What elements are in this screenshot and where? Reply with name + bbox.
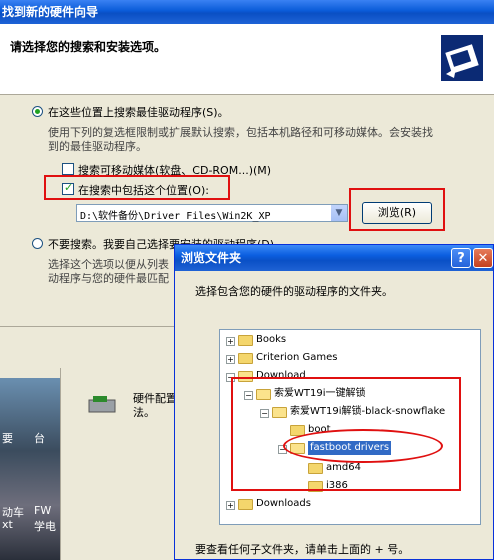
location-path-value: D:\软件备份\Driver Files\Win2K_XP	[80, 211, 271, 222]
search-option-radio[interactable]	[32, 106, 43, 117]
wizard-title: 找到新的硬件向导	[2, 5, 99, 19]
tree-item-criterion-games[interactable]: Criterion Games	[256, 351, 337, 365]
tree-item-books[interactable]: Books	[256, 333, 286, 347]
location-path-combobox[interactable]: D:\软件备份\Driver Files\Win2K_XP ▼	[76, 204, 348, 222]
annotation-oval-fastboot	[283, 429, 443, 463]
removable-media-checkbox[interactable]	[62, 163, 74, 175]
browse-folder-dialog: 浏览文件夹 ? ✕ 选择包含您的硬件的驱动程序的文件夹。 + Books + C…	[174, 244, 494, 560]
wizard-header	[0, 24, 494, 95]
browse-footer-hint: 要查看任何子文件夹，请单击上面的 + 号。	[195, 543, 410, 556]
folder-icon	[238, 353, 253, 364]
no-search-option-radio[interactable]	[32, 238, 43, 249]
expand-icon[interactable]: +	[226, 337, 235, 346]
background-label-2: 法。	[133, 406, 155, 419]
folder-icon	[238, 499, 253, 510]
expand-icon[interactable]: +	[226, 355, 235, 364]
browse-dialog-title: 浏览文件夹	[181, 251, 242, 265]
hardware-wizard-icon	[441, 35, 483, 81]
expand-icon[interactable]: +	[226, 501, 235, 510]
desktop-label: xt	[2, 518, 13, 531]
search-option-label: 在这些位置上搜索最佳驱动程序(S)。	[48, 106, 229, 119]
background-window-fragment: 硬件配置 法。	[60, 368, 177, 560]
browse-instruction: 选择包含您的硬件的驱动程序的文件夹。	[195, 285, 393, 298]
search-option-desc-2: 到的最佳驱动程序。	[48, 140, 147, 153]
desktop-label: 台	[34, 432, 45, 445]
tree-item-downloads[interactable]: Downloads	[256, 497, 311, 511]
wizard-title-bar: 找到新的硬件向导	[0, 0, 494, 24]
hardware-device-icon	[88, 396, 116, 413]
desktop-background-fragment: 要 台 动车 FW xt 学电	[0, 378, 60, 560]
wizard-subtitle: 请选择您的搜索和安装选项。	[10, 40, 167, 54]
no-search-option-desc-2: 动程序与您的硬件最匹配	[48, 272, 169, 285]
annotation-highlight-browse	[349, 188, 445, 231]
combo-dropdown-arrow-icon[interactable]: ▼	[330, 205, 347, 221]
desktop-label: 要	[2, 432, 13, 445]
desktop-label: FW	[34, 504, 52, 517]
help-icon: ?	[457, 251, 465, 266]
folder-icon	[238, 335, 253, 346]
annotation-highlight-include	[44, 175, 230, 200]
desktop-label: 学电	[34, 520, 56, 533]
wizard-divider	[0, 326, 176, 327]
close-icon: ✕	[477, 251, 489, 266]
help-button[interactable]: ?	[451, 248, 471, 268]
browse-dialog-title-bar: 浏览文件夹	[175, 245, 493, 271]
close-button[interactable]: ✕	[473, 248, 493, 268]
